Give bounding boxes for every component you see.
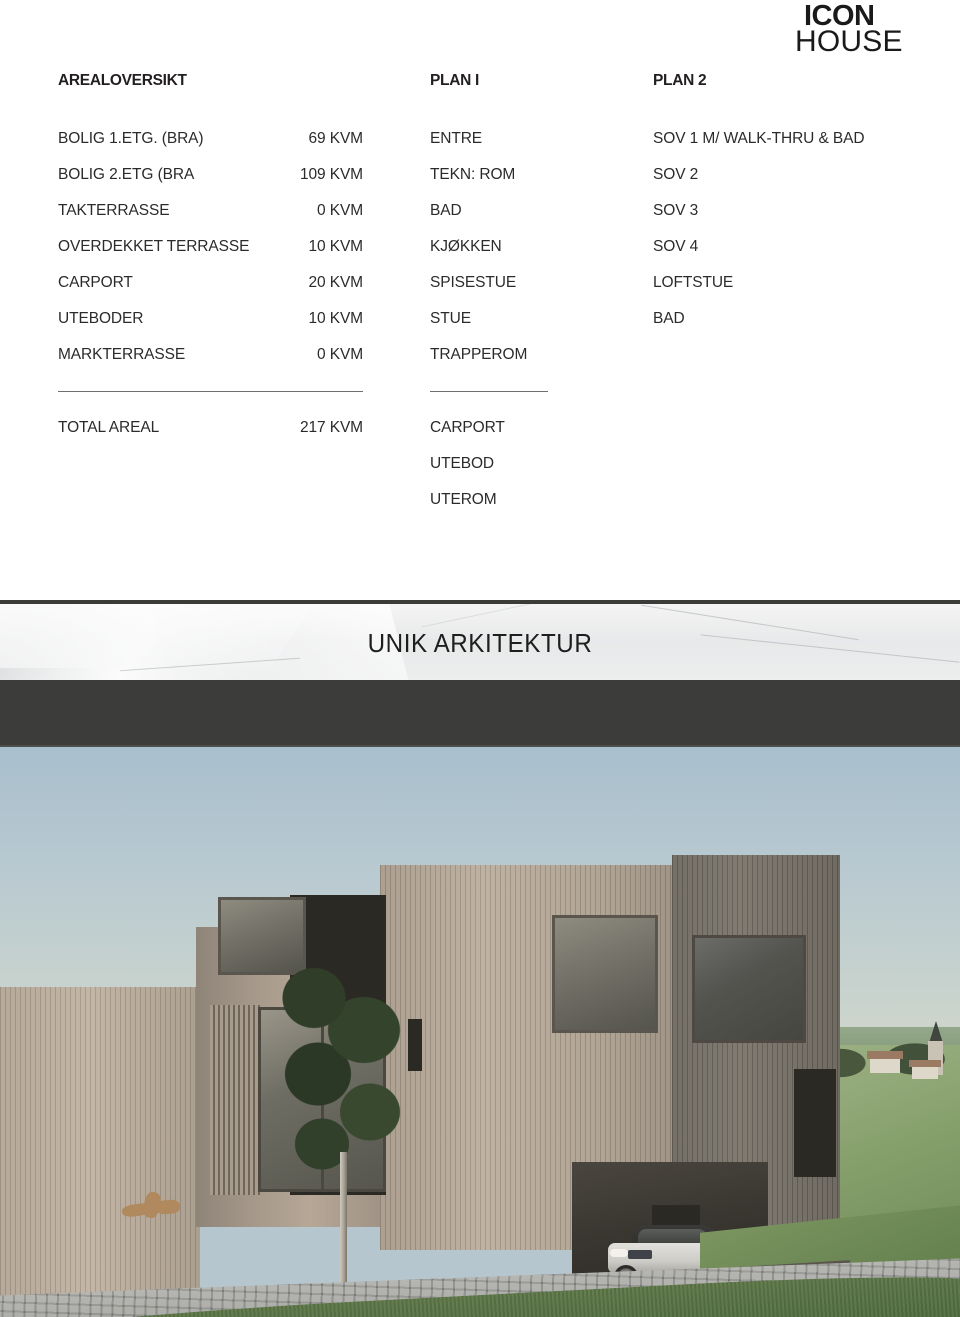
area-row-label: BOLIG 1.ETG. (BRA) (58, 130, 204, 147)
plan-2-room-item: SOV 4 (653, 238, 699, 255)
area-row-value: 10 KVM (308, 238, 363, 255)
car-headlight (610, 1249, 628, 1257)
plan-2-room-item: BAD (653, 310, 685, 327)
plan-1-room-item: STUE (430, 310, 471, 327)
car-grille (628, 1250, 652, 1259)
area-row: MARKTERRASSE 0 KVM (58, 346, 363, 382)
plan-2-room-item: SOV 2 (653, 166, 699, 183)
area-row: CARPORT 20 KVM (58, 274, 363, 310)
plan-1-room-item: KJØKKEN (430, 238, 502, 255)
area-row-label: UTEBODER (58, 310, 144, 327)
tree-canopy (278, 952, 408, 1182)
area-row-value: 0 KVM (316, 346, 363, 363)
plan-2-room-list: SOV 1 M/ WALK-THRU & BAD SOV 2 SOV 3 SOV 4 L… (653, 130, 933, 346)
area-row: TAKTERRASSE 0 KVM (58, 202, 363, 238)
plan-1-extra-item: CARPORT (430, 419, 505, 436)
brochure-page: ICON HOUSE AREALOVERSIKT PLAN I PLAN 2 B… (0, 0, 960, 1317)
total-area-value: 217 KVM (299, 419, 363, 436)
area-row: BOLIG 1.ETG. (BRA) 69 KVM (58, 130, 363, 166)
area-row-value: 20 KVM (308, 274, 363, 291)
outdoor-lounge-chair (121, 1190, 182, 1222)
house-slat-screen (210, 1005, 260, 1195)
right-house-2 (912, 1065, 938, 1079)
plan-1-extra-item: UTEROM (430, 491, 497, 508)
plan-1-extra-list: CARPORT UTEBOD UTEROM (430, 419, 610, 527)
heading-plan-1: PLAN I (430, 72, 480, 89)
window-dark-side-lower (794, 1069, 836, 1177)
plan-2-room-item: SOV 3 (653, 202, 699, 219)
area-row-label: TAKTERRASSE (58, 202, 170, 219)
exterior-render-photo (0, 747, 960, 1317)
right-house-1 (870, 1057, 900, 1073)
total-area-row: TOTAL AREAL 217 KVM (58, 419, 363, 443)
tree-trunk (340, 1152, 347, 1292)
plan-1-room-item: TRAPPEROM (430, 346, 528, 363)
plan-1-room-item: ENTRE (430, 130, 483, 147)
window-dark-side-upper (692, 935, 806, 1043)
heading-plan-2: PLAN 2 (653, 72, 707, 89)
banner-band (0, 600, 960, 747)
area-row-value: 0 KVM (316, 202, 363, 219)
texture-scratch-4 (421, 604, 539, 628)
area-row-label: CARPORT (58, 274, 133, 291)
area-overview-table: BOLIG 1.ETG. (BRA) 69 KVM BOLIG 2.ETG (BRA… (58, 130, 363, 382)
right-house-roof-2 (909, 1060, 941, 1067)
banner-dark-bar (0, 680, 960, 745)
chair-arm (155, 1198, 181, 1216)
house-left-wing (0, 987, 200, 1317)
window-main-large (552, 915, 658, 1033)
area-row: UTEBODER 10 KVM (58, 310, 363, 346)
plan-2-room-item: SOV 1 M/ WALK-THRU & BAD (653, 130, 865, 147)
logo-word-house: HOUSE (795, 25, 903, 58)
area-row: OVERDEKKET TERRASSE 10 KVM (58, 238, 363, 274)
area-row-value: 109 KVM (299, 166, 363, 183)
area-row-label: BOLIG 2.ETG (BRA (58, 166, 195, 183)
area-row-value: 69 KVM (308, 130, 363, 147)
plan-2-room-item: LOFTSTUE (653, 274, 734, 291)
right-house-roof-1 (867, 1051, 903, 1059)
plan-1-extra-item: UTEBOD (430, 455, 494, 472)
banner-title: UNIK ARKITEKTUR (367, 628, 593, 658)
area-table-divider (58, 391, 363, 392)
icon-house-logo: ICON HOUSE (795, 2, 935, 60)
area-row-value: 10 KVM (308, 310, 363, 327)
area-row: BOLIG 2.ETG (BRA 109 KVM (58, 166, 363, 202)
plan-1-room-list: ENTRE TEKN: ROM BAD KJØKKEN SPISESTUE STUE TRA… (430, 130, 610, 382)
plan-1-room-item: SPISESTUE (430, 274, 517, 291)
plan-1-divider (430, 391, 548, 392)
plan-1-room-item: BAD (430, 202, 462, 219)
slot-window (408, 1019, 422, 1071)
heading-arealoversikt: AREALOVERSIKT (58, 72, 187, 89)
birch-tree (278, 952, 408, 1292)
plan-1-room-item: TEKN: ROM (430, 166, 516, 183)
area-row-label: MARKTERRASSE (58, 346, 186, 363)
area-row-label: OVERDEKKET TERRASSE (58, 238, 250, 255)
total-area-label: TOTAL AREAL (58, 419, 160, 436)
church-spire (929, 1021, 943, 1043)
